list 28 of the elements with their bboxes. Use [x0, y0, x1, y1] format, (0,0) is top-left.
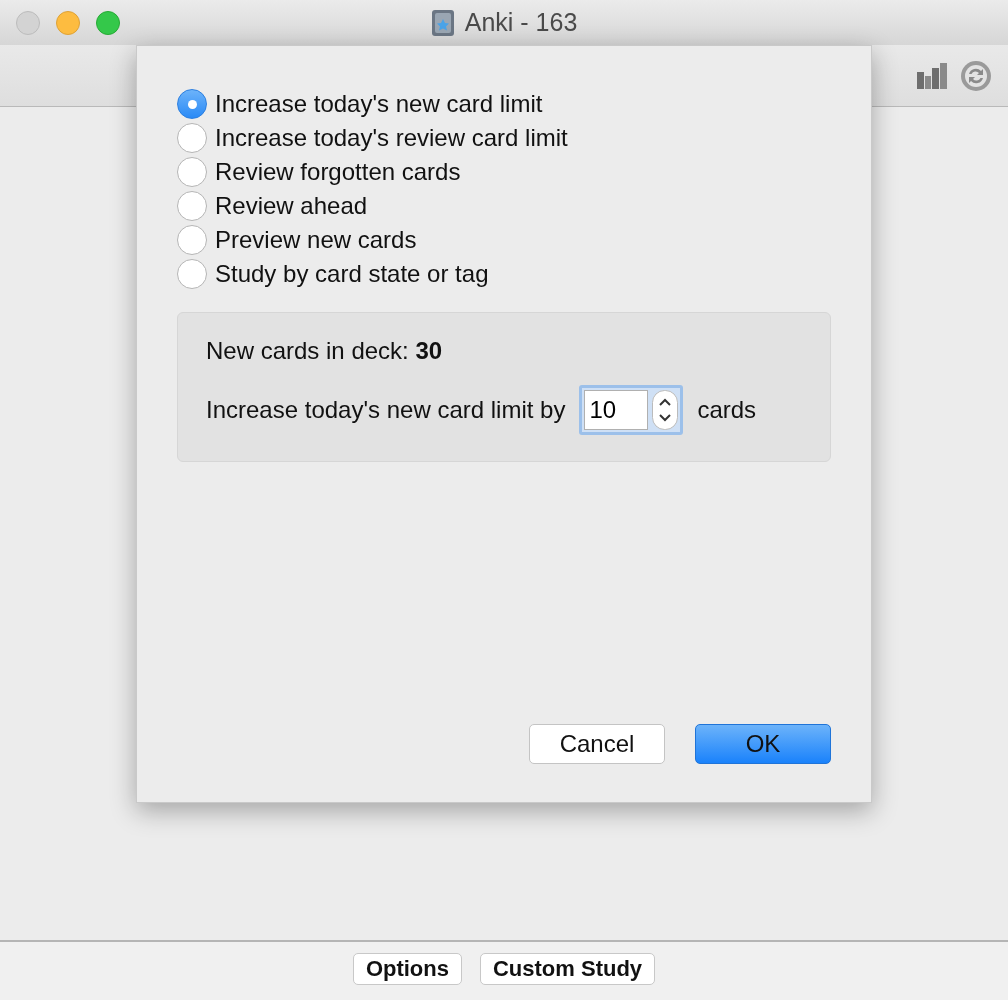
bar-chart-icon[interactable] [916, 61, 948, 90]
radio-button[interactable] [177, 225, 207, 255]
radio-option[interactable]: Increase today's review card limit [177, 122, 568, 154]
minimize-button[interactable] [56, 10, 80, 35]
bottom-bar-button[interactable]: Options [352, 953, 462, 985]
dialog-button[interactable]: Cancel [529, 724, 665, 764]
radio-option[interactable]: Preview new cards [177, 224, 417, 256]
radio-button[interactable] [177, 157, 207, 187]
radio-button[interactable] [177, 191, 207, 221]
deck-info-text: New cards in deck: 30 [206, 337, 444, 365]
radio-button[interactable] [177, 123, 207, 153]
sync-icon[interactable] [960, 59, 992, 92]
close-button[interactable] [16, 10, 40, 35]
radio-button[interactable] [177, 89, 207, 119]
radio-option[interactable]: Review forgotten cards [177, 156, 461, 188]
zoom-button[interactable] [96, 10, 120, 35]
app-icon [430, 8, 455, 37]
unit-label: cards [697, 396, 757, 424]
limit-input-field[interactable]: 10 [584, 390, 649, 430]
bottom-bar-button[interactable]: Custom Study [480, 953, 656, 985]
radio-option[interactable]: Review ahead [177, 190, 368, 222]
window-title: Anki - 163 [464, 8, 578, 37]
dialog-button[interactable]: OK [695, 724, 831, 764]
radio-option[interactable]: Increase today's new card limit [177, 88, 543, 120]
stepper-icon[interactable] [652, 390, 679, 430]
limit-label: Increase today's new card limit by [206, 396, 566, 424]
radio-button[interactable] [177, 259, 207, 289]
radio-option[interactable]: Study by card state or tag [177, 258, 489, 290]
